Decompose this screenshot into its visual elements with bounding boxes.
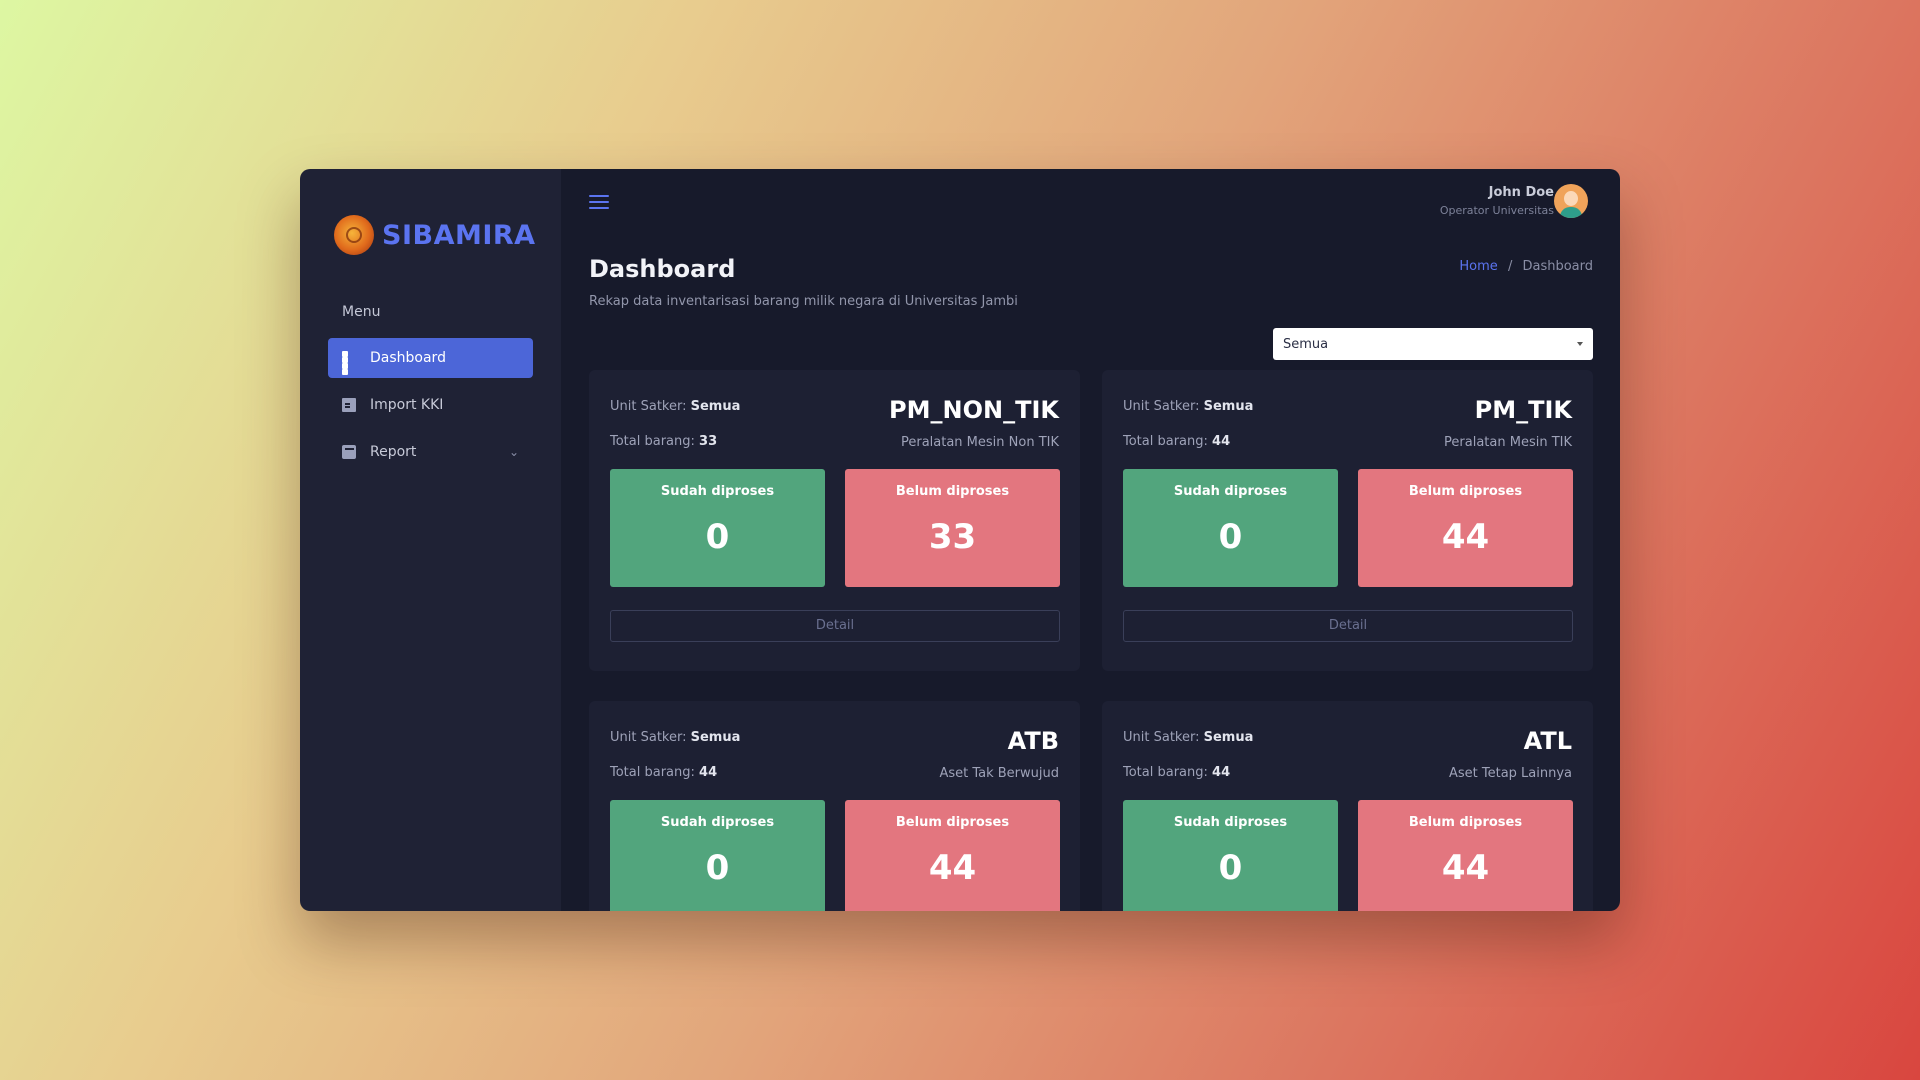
category-description: Peralatan Mesin Non TIK	[900, 435, 1059, 450]
sidebar-item-label: Import KKI	[370, 397, 444, 413]
sidebar-item-dashboard[interactable]: Dashboard	[328, 338, 533, 378]
sidebar-nav: Dashboard Import KKI Report ⌄	[328, 338, 533, 479]
unprocessed-stat: Belum diproses 44	[1358, 469, 1573, 587]
unprocessed-count: 33	[928, 517, 977, 557]
unprocessed-stat: Belum diproses 33	[845, 469, 1060, 587]
category-code: PM_NON_TIK	[889, 396, 1059, 424]
processed-stat: Sudah diproses 0	[610, 469, 825, 587]
user-info[interactable]: John Doe Operator Universitas	[1440, 185, 1554, 217]
total-barang: Total barang: 44	[1123, 765, 1231, 780]
unprocessed-stat: Belum diproses 44	[1358, 800, 1573, 911]
category-card-atl: Unit Satker: Semua Total barang: 44 ATL …	[1102, 701, 1593, 911]
unprocessed-stat: Belum diproses 44	[845, 800, 1060, 911]
hamburger-menu-icon[interactable]	[589, 195, 609, 209]
category-description: Aset Tetap Lainnya	[1448, 766, 1572, 781]
sidebar-item-report[interactable]: Report ⌄	[328, 432, 533, 472]
unit-filter-value: Semua	[1283, 336, 1329, 352]
processed-count: 0	[1218, 517, 1243, 557]
sidebar-item-import-kki[interactable]: Import KKI	[328, 385, 533, 425]
category-card-pm-non-tik: Unit Satker: Semua Total barang: 33 PM_N…	[589, 370, 1080, 671]
processed-label: Sudah diproses	[660, 815, 775, 830]
sidebar-item-label: Dashboard	[370, 350, 446, 366]
processed-label: Sudah diproses	[1173, 484, 1288, 499]
category-card-atb: Unit Satker: Semua Total barang: 44 ATB …	[589, 701, 1080, 911]
breadcrumb: Home / Dashboard	[1459, 259, 1593, 274]
page-subtitle: Rekap data inventarisasi barang milik ne…	[589, 294, 1018, 309]
total-barang: Total barang: 33	[610, 434, 718, 449]
unprocessed-label: Belum diproses	[895, 815, 1010, 830]
category-code: ATL	[1523, 727, 1572, 755]
grid-icon	[342, 351, 356, 375]
unprocessed-label: Belum diproses	[895, 484, 1010, 499]
menu-label: Menu	[342, 304, 381, 320]
unprocessed-count: 44	[1441, 517, 1490, 557]
university-logo-icon	[334, 215, 374, 255]
caret-down-icon	[1577, 342, 1583, 346]
detail-button[interactable]: Detail	[1123, 610, 1573, 642]
total-barang: Total barang: 44	[610, 765, 718, 780]
brand-name: SIBAMIRA	[382, 219, 536, 251]
category-card-pm-tik: Unit Satker: Semua Total barang: 44 PM_T…	[1102, 370, 1593, 671]
unit-satker: Unit Satker: Semua	[1123, 399, 1254, 414]
processed-stat: Sudah diproses 0	[610, 800, 825, 911]
unprocessed-count: 44	[1441, 848, 1490, 888]
unit-satker: Unit Satker: Semua	[610, 399, 741, 414]
unprocessed-label: Belum diproses	[1408, 815, 1523, 830]
breadcrumb-separator: /	[1507, 259, 1513, 274]
unit-satker: Unit Satker: Semua	[610, 730, 741, 745]
unit-satker: Unit Satker: Semua	[1123, 730, 1254, 745]
processed-label: Sudah diproses	[660, 484, 775, 499]
total-barang: Total barang: 44	[1123, 434, 1231, 449]
unprocessed-count: 44	[928, 848, 977, 888]
unit-filter-select[interactable]: Semua	[1273, 328, 1593, 360]
page-title: Dashboard	[589, 255, 736, 283]
processed-count: 0	[705, 517, 730, 557]
avatar[interactable]	[1554, 184, 1588, 218]
brand[interactable]: SIBAMIRA	[334, 215, 536, 255]
processed-count: 0	[705, 848, 730, 888]
user-role: Operator Universitas	[1439, 204, 1554, 217]
detail-button[interactable]: Detail	[610, 610, 1060, 642]
processed-stat: Sudah diproses 0	[1123, 800, 1338, 911]
category-description: Aset Tak Berwujud	[939, 766, 1059, 781]
main-content: John Doe Operator Universitas Dashboard …	[561, 169, 1620, 911]
processed-count: 0	[1218, 848, 1243, 888]
app-window: SIBAMIRA Menu Dashboard Import KKI Repor…	[300, 169, 1620, 911]
processed-stat: Sudah diproses 0	[1123, 469, 1338, 587]
processed-label: Sudah diproses	[1173, 815, 1288, 830]
category-description: Peralatan Mesin TIK	[1444, 435, 1572, 450]
file-icon	[342, 398, 356, 412]
unprocessed-label: Belum diproses	[1408, 484, 1523, 499]
breadcrumb-current: Dashboard	[1522, 259, 1593, 274]
user-name: John Doe	[1488, 185, 1554, 200]
breadcrumb-home-link[interactable]: Home	[1459, 259, 1497, 274]
sidebar: SIBAMIRA Menu Dashboard Import KKI Repor…	[300, 169, 561, 911]
report-icon	[342, 445, 356, 459]
category-code: PM_TIK	[1474, 396, 1572, 424]
chevron-down-icon: ⌄	[508, 445, 519, 459]
sidebar-item-label: Report	[370, 444, 417, 460]
category-code: ATB	[1007, 727, 1059, 755]
